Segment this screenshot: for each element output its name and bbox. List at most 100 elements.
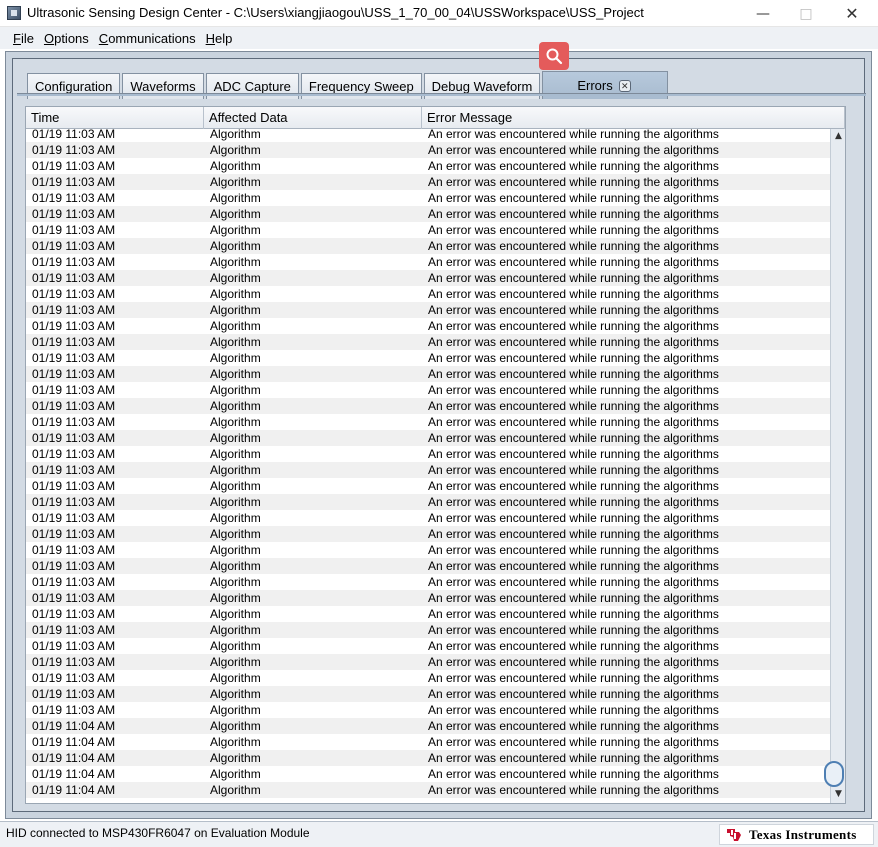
table-row[interactable]: 01/19 11:04 AM Algorithm An error was enco… [26, 734, 830, 750]
table-row[interactable]: 01/19 11:03 AM Algorithm An error was enco… [26, 574, 830, 590]
table-row[interactable]: 01/19 11:04 AM Algorithm An error was enco… [26, 718, 830, 734]
vertical-scrollbar[interactable]: ▲ ▼ [830, 129, 845, 803]
cell-time: 01/19 11:03 AM [32, 335, 116, 349]
table-row[interactable]: 01/19 11:04 AM Algorithm An error was enco… [26, 766, 830, 782]
table-row[interactable]: 01/19 11:03 AM Algorithm An error was enco… [26, 654, 830, 670]
cell-time: 01/19 11:03 AM [32, 495, 116, 509]
minimize-button[interactable]: — [740, 0, 786, 27]
table-row[interactable]: 01/19 11:03 AM Algorithm An error was enco… [26, 366, 830, 382]
table-row[interactable]: 01/19 11:03 AM Algorithm An error was enco… [26, 478, 830, 494]
close-tab-icon[interactable]: ✕ [618, 79, 631, 92]
cell-error-message: An error was encountered while running t… [428, 703, 719, 717]
cell-time: 01/19 11:03 AM [32, 287, 116, 301]
menu-file[interactable]: File [13, 31, 34, 46]
ti-logo-icon [727, 828, 741, 841]
cell-time: 01/19 11:04 AM [32, 719, 116, 733]
cell-time: 01/19 11:03 AM [32, 655, 116, 669]
table-row[interactable]: 01/19 11:03 AM Algorithm An error was enco… [26, 638, 830, 654]
cell-affected-data: Algorithm [210, 703, 261, 717]
table-row[interactable]: 01/19 11:04 AM Algorithm An error was enco… [26, 782, 830, 798]
table-row[interactable]: 01/19 11:03 AM Algorithm An error was enco… [26, 686, 830, 702]
cell-affected-data: Algorithm [210, 463, 261, 477]
table-row[interactable]: 01/19 11:03 AM Algorithm An error was enco… [26, 206, 830, 222]
table-row[interactable]: 01/19 11:03 AM Algorithm An error was enco… [26, 270, 830, 286]
table-row[interactable]: 01/19 11:03 AM Algorithm An error was enco… [26, 622, 830, 638]
cell-affected-data: Algorithm [210, 591, 261, 605]
column-header-time[interactable]: Time [26, 107, 204, 129]
cell-error-message: An error was encountered while running t… [428, 271, 719, 285]
table-row[interactable]: 01/19 11:03 AM Algorithm An error was enco… [26, 590, 830, 606]
cell-error-message: An error was encountered while running t… [428, 175, 719, 189]
cell-affected-data: Algorithm [210, 751, 261, 765]
table-row[interactable]: 01/19 11:03 AM Algorithm An error was enco… [26, 526, 830, 542]
cell-error-message: An error was encountered while running t… [428, 543, 719, 557]
cell-affected-data: Algorithm [210, 687, 261, 701]
cell-time: 01/19 11:03 AM [32, 129, 116, 141]
cell-time: 01/19 11:03 AM [32, 143, 116, 157]
table-row[interactable]: 01/19 11:03 AM Algorithm An error was enco… [26, 382, 830, 398]
scrollbar-thumb[interactable] [824, 761, 844, 787]
menu-communications[interactable]: Communications [99, 31, 196, 46]
cell-time: 01/19 11:03 AM [32, 687, 116, 701]
cell-affected-data: Algorithm [210, 639, 261, 653]
table-row[interactable]: 01/19 11:04 AM Algorithm An error was enco… [26, 750, 830, 766]
table-row[interactable]: 01/19 11:03 AM Algorithm An error was enco… [26, 494, 830, 510]
column-header-affected-data[interactable]: Affected Data [204, 107, 422, 129]
table-row[interactable]: 01/19 11:03 AM Algorithm An error was enco… [26, 254, 830, 270]
cell-affected-data: Algorithm [210, 559, 261, 573]
table-row[interactable]: 01/19 11:03 AM Algorithm An error was enco… [26, 318, 830, 334]
cell-error-message: An error was encountered while running t… [428, 207, 719, 221]
cell-affected-data: Algorithm [210, 767, 261, 781]
close-button[interactable]: ✕ [829, 0, 875, 27]
table-row[interactable]: 01/19 11:03 AM Algorithm An error was enco… [26, 302, 830, 318]
table-row[interactable]: 01/19 11:03 AM Algorithm An error was enco… [26, 142, 830, 158]
cell-affected-data: Algorithm [210, 335, 261, 349]
table-row[interactable]: 01/19 11:03 AM Algorithm An error was enco… [26, 462, 830, 478]
menu-help[interactable]: Help [206, 31, 233, 46]
cell-error-message: An error was encountered while running t… [428, 463, 719, 477]
cell-time: 01/19 11:03 AM [32, 415, 116, 429]
cell-error-message: An error was encountered while running t… [428, 255, 719, 269]
table-header: Time Affected Data Error Message [26, 107, 845, 129]
cell-error-message: An error was encountered while running t… [428, 239, 719, 253]
cell-affected-data: Algorithm [210, 303, 261, 317]
cell-time: 01/19 11:04 AM [32, 751, 116, 765]
table-row[interactable]: 01/19 11:03 AM Algorithm An error was enco… [26, 222, 830, 238]
table-row[interactable]: 01/19 11:03 AM Algorithm An error was enco… [26, 430, 830, 446]
table-row[interactable]: 01/19 11:03 AM Algorithm An error was enco… [26, 510, 830, 526]
table-row[interactable]: 01/19 11:03 AM Algorithm An error was enco… [26, 558, 830, 574]
table-row[interactable]: 01/19 11:03 AM Algorithm An error was enco… [26, 670, 830, 686]
table-row[interactable]: 01/19 11:03 AM Algorithm An error was enco… [26, 158, 830, 174]
cell-affected-data: Algorithm [210, 415, 261, 429]
menu-options[interactable]: Options [44, 31, 89, 46]
cell-affected-data: Algorithm [210, 207, 261, 221]
cell-affected-data: Algorithm [210, 527, 261, 541]
table-row[interactable]: 01/19 11:03 AM Algorithm An error was enco… [26, 446, 830, 462]
cell-time: 01/19 11:03 AM [32, 575, 116, 589]
cell-time: 01/19 11:03 AM [32, 527, 116, 541]
tab-divider [17, 93, 866, 96]
table-row[interactable]: 01/19 11:03 AM Algorithm An error was enco… [26, 398, 830, 414]
table-row[interactable]: 01/19 11:03 AM Algorithm An error was enco… [26, 542, 830, 558]
cell-time: 01/19 11:03 AM [32, 479, 116, 493]
table-row[interactable]: 01/19 11:03 AM Algorithm An error was enco… [26, 174, 830, 190]
cell-time: 01/19 11:03 AM [32, 623, 116, 637]
search-icon[interactable] [539, 42, 569, 70]
table-row[interactable]: 01/19 11:03 AM Algorithm An error was enco… [26, 190, 830, 206]
scroll-down-icon[interactable]: ▼ [833, 789, 844, 801]
table-row[interactable]: 01/19 11:03 AM Algorithm An error was enco… [26, 350, 830, 366]
cell-time: 01/19 11:03 AM [32, 607, 116, 621]
table-row[interactable]: 01/19 11:03 AM Algorithm An error was enco… [26, 286, 830, 302]
table-row[interactable]: 01/19 11:03 AM Algorithm An error was enco… [26, 702, 830, 718]
table-row[interactable]: 01/19 11:03 AM Algorithm An error was enco… [26, 238, 830, 254]
cell-affected-data: Algorithm [210, 431, 261, 445]
table-row[interactable]: 01/19 11:03 AM Algorithm An error was enco… [26, 129, 830, 142]
table-row[interactable]: 01/19 11:03 AM Algorithm An error was enco… [26, 606, 830, 622]
cell-time: 01/19 11:03 AM [32, 223, 116, 237]
cell-error-message: An error was encountered while running t… [428, 527, 719, 541]
maximize-button[interactable]: □ [783, 0, 829, 27]
scroll-up-icon[interactable]: ▲ [833, 131, 844, 143]
table-row[interactable]: 01/19 11:03 AM Algorithm An error was enco… [26, 414, 830, 430]
column-header-error-message[interactable]: Error Message [422, 107, 845, 129]
table-row[interactable]: 01/19 11:03 AM Algorithm An error was enco… [26, 334, 830, 350]
